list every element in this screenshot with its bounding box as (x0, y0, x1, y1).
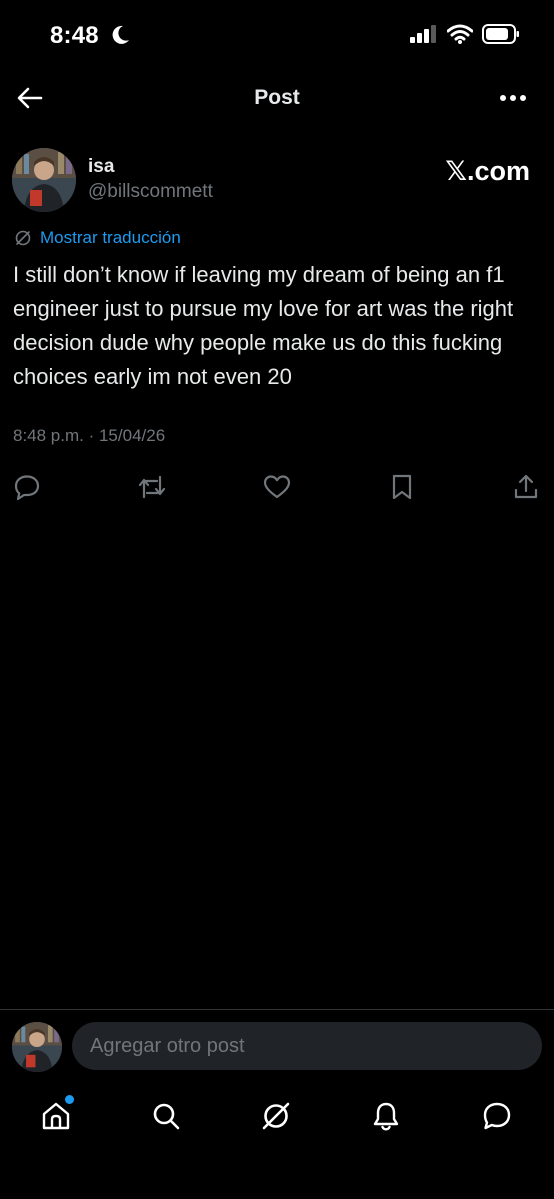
bookmark-button[interactable] (387, 472, 417, 502)
status-bar: 8:48 (0, 0, 554, 70)
grok-icon (262, 1102, 290, 1130)
like-button[interactable] (262, 472, 292, 502)
share-icon (514, 474, 538, 499)
post-header: Post (0, 74, 554, 122)
post-actions (0, 470, 554, 502)
battery-icon (482, 24, 520, 49)
reply-input[interactable] (72, 1022, 542, 1070)
tab-home[interactable] (38, 1095, 74, 1134)
home-icon (42, 1102, 70, 1130)
repost-button[interactable] (137, 472, 167, 502)
cellular-signal-icon (410, 25, 438, 48)
tab-search[interactable] (148, 1098, 184, 1134)
repost-icon (138, 475, 166, 499)
ellipsis-icon (500, 95, 526, 101)
moon-icon (112, 25, 130, 50)
grok-icon (15, 230, 31, 246)
message-icon (483, 1102, 511, 1130)
author-display-name[interactable]: isa (88, 156, 114, 178)
x-watermark: 𝕏.com (445, 156, 530, 186)
wifi-icon (446, 24, 474, 49)
reply-icon (14, 475, 40, 501)
author-handle[interactable]: @billscommett (88, 181, 213, 203)
tab-messages[interactable] (479, 1098, 515, 1134)
post-timestamp: 8:48 p.m. · 15/04/26 (13, 426, 166, 445)
tab-grok[interactable] (258, 1098, 294, 1134)
translate-label[interactable]: Mostrar traducción (40, 228, 181, 248)
bell-icon (373, 1102, 399, 1131)
bottom-tab-bar (0, 1092, 554, 1142)
notification-dot (65, 1095, 74, 1104)
status-time: 8:48 (50, 22, 99, 49)
page-title: Post (254, 86, 300, 109)
more-options-button[interactable] (496, 86, 530, 110)
user-avatar[interactable] (12, 1022, 62, 1072)
share-button[interactable] (511, 472, 541, 502)
search-icon (153, 1103, 180, 1130)
bookmark-icon (392, 474, 412, 500)
post-author: isa @billscommett 𝕏.com (12, 148, 542, 212)
author-avatar[interactable] (12, 148, 76, 212)
composer-divider (0, 1009, 554, 1010)
reply-button[interactable] (12, 472, 42, 502)
translate-link[interactable]: Mostrar traducción (14, 228, 181, 248)
heart-icon (263, 475, 291, 499)
tab-notifications[interactable] (368, 1098, 404, 1134)
post-text: I still don’t know if leaving my dream o… (13, 262, 514, 389)
